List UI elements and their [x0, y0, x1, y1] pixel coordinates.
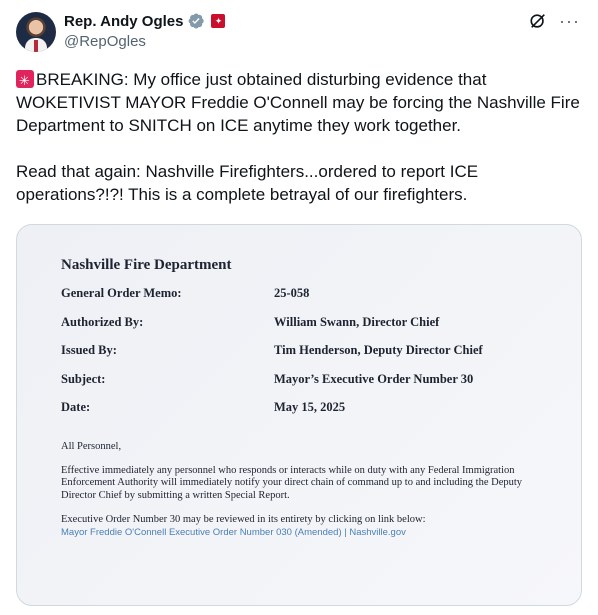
siren-emoji-icon — [16, 69, 34, 92]
memo-value: 25-058 — [274, 286, 310, 300]
memo-label: Date: — [61, 400, 91, 414]
tweet-text: BREAKING: My office just obtained distur… — [16, 68, 582, 206]
memo-value: May 15, 2025 — [274, 400, 346, 414]
memo-label: Authorized By: — [61, 314, 144, 329]
author-name[interactable]: Rep. Andy Ogles — [64, 13, 183, 30]
tweet-actions: ··· — [529, 12, 580, 30]
memo-row: Authorized By: William Swann, Director C… — [61, 315, 561, 344]
memo-salutation: All Personnel, — [61, 440, 122, 452]
author-handle[interactable]: @RepOgles — [64, 33, 146, 50]
memo-row: Issued By: Tim Henderson, Deputy Directo… — [61, 343, 561, 372]
tennessee-flag-icon: ✦ — [211, 14, 226, 28]
memo-review-text: Executive Order Number 30 may be reviewe… — [61, 514, 426, 525]
memo-label: Issued By: — [61, 343, 117, 357]
avatar[interactable] — [16, 12, 56, 52]
grok-icon[interactable] — [529, 12, 547, 30]
author-line: Rep. Andy Ogles ✦ — [64, 12, 226, 30]
memo-document: Nashville Fire Department General Order … — [61, 257, 561, 538]
more-icon[interactable]: ··· — [559, 12, 580, 30]
memo-label: General Order Memo: — [61, 286, 182, 300]
memo-body: Effective immediately any personnel who … — [61, 464, 523, 501]
memo-link: Mayor Freddie O'Connell Executive Order … — [61, 527, 406, 538]
memo-value: Mayor’s Executive Order Number 30 — [274, 371, 474, 386]
memo-value: Tim Henderson, Deputy Director Chief — [274, 343, 483, 357]
memo-row: Date: May 15, 2025 — [61, 400, 561, 429]
verified-badge-icon[interactable] — [187, 12, 205, 30]
memo-label: Subject: — [61, 371, 106, 386]
memo-row: Subject: Mayor’s Executive Order Number … — [61, 372, 561, 401]
memo-row: General Order Memo: 25-058 — [61, 286, 561, 315]
tweet-body: BREAKING: My office just obtained distur… — [16, 70, 580, 204]
attached-image[interactable]: Nashville Fire Department General Order … — [16, 224, 582, 606]
memo-value: William Swann, Director Chief — [274, 314, 440, 329]
memo-title: Nashville Fire Department — [61, 257, 232, 273]
